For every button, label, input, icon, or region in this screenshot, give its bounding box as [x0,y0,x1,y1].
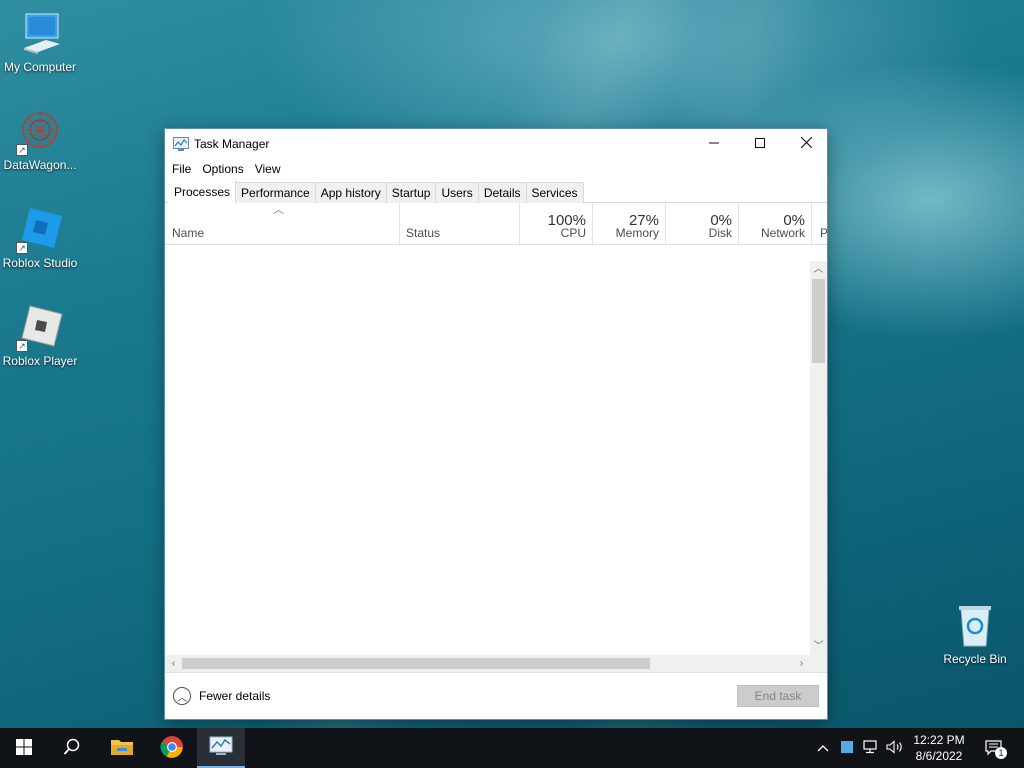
menu-view[interactable]: View [255,159,281,179]
task-manager-window: Task Manager File Options View Processes… [164,128,828,720]
clock-date: 8/6/2022 [915,749,963,763]
tab-performance[interactable]: Performance [235,182,316,203]
chrome-icon [160,735,184,762]
fewer-details-button[interactable]: ︿ Fewer details [173,687,270,705]
shortcut-arrow-icon: ↗ [16,242,28,254]
shortcut-arrow-icon: ↗ [16,340,28,352]
vertical-scroll-thumb[interactable] [812,279,825,363]
tab-users[interactable]: Users [435,182,479,203]
tray-app-button[interactable] [838,728,856,768]
shortcut-arrow-icon: ↗ [16,144,28,156]
menu-options[interactable]: Options [202,159,243,179]
minimize-button[interactable] [691,129,737,159]
search-button[interactable] [48,728,96,768]
clock-time: 12:22 PM [913,733,965,747]
windows-logo-icon [16,738,32,758]
tab-app-history[interactable]: App history [314,182,387,203]
recycle-bin-icon [951,602,999,650]
horizontal-scrollbar[interactable]: ‹ › [165,655,810,672]
column-label: Memory [615,226,659,240]
column-header-status[interactable]: Status [399,203,519,245]
tray-app-icon [841,740,853,756]
column-label: P [820,226,827,240]
tab-services[interactable]: Services [525,182,584,203]
column-header-disk[interactable]: 0% Disk [665,203,738,245]
tab-strip: Processes Performance App history Startu… [165,179,827,203]
desktop-icon-label: Roblox Player [2,354,78,368]
tab-startup[interactable]: Startup [385,182,437,203]
column-header-name[interactable]: ︿ Name [165,203,399,245]
process-list[interactable]: ︿ ﹀ ‹ › [165,261,827,672]
task-manager-icon [173,137,189,151]
scroll-down-icon[interactable]: ﹀ [810,638,827,655]
column-header-network[interactable]: 0% Network [738,203,811,245]
desktop-icon-label: Roblox Studio [2,256,78,270]
horizontal-scroll-thumb[interactable] [182,658,650,669]
desktop-icon-label: My Computer [3,60,77,74]
clock[interactable]: 12:22 PM 8/6/2022 [908,732,970,764]
close-button[interactable] [783,129,829,159]
search-icon [63,738,81,759]
column-header-power[interactable]: P [811,203,827,245]
desktop-icon-roblox-studio[interactable]: ↗ Roblox Studio [0,206,80,270]
taskbar: 12:22 PM 8/6/2022 1 [0,728,1024,768]
computer-icon [16,10,64,58]
desktop-icon-my-computer[interactable]: My Computer [0,10,80,74]
desktop-icon-datawagon[interactable]: ↗ DataWagon... [0,108,80,172]
start-button[interactable] [0,728,48,768]
task-manager-icon [209,736,233,759]
column-header-cpu[interactable]: 100% CPU [519,203,592,245]
title-bar[interactable]: Task Manager [165,129,827,159]
column-label: Name [172,226,205,240]
roblox-player-icon: ↗ [16,304,64,352]
close-icon [800,136,812,151]
desktop-icon-roblox-player[interactable]: ↗ Roblox Player [0,304,80,368]
tab-processes[interactable]: Processes [168,179,237,203]
scroll-left-icon[interactable]: ‹ [165,655,182,672]
minimize-icon [709,137,719,151]
tab-details[interactable]: Details [477,182,527,203]
taskbar-file-explorer[interactable] [98,728,146,768]
notification-icon: 1 [985,740,1007,759]
taskbar-chrome[interactable] [148,728,196,768]
datawagon-icon: ↗ [16,108,64,156]
network-button[interactable] [861,728,881,768]
desktop-icon-label: Recycle Bin [943,652,1007,666]
menu-file[interactable]: File [172,159,191,179]
footer-bar: ︿ Fewer details End task [165,672,827,720]
desktop-icon-label: DataWagon... [3,158,77,172]
taskbar-task-manager[interactable] [197,728,245,768]
scroll-right-icon[interactable]: › [793,655,810,672]
chevron-up-icon: ︿ [173,687,191,705]
vertical-scrollbar[interactable]: ︿ ﹀ [810,261,827,655]
show-hidden-icons-button[interactable] [814,728,832,768]
desktop-icon-recycle-bin[interactable]: Recycle Bin [935,602,1015,666]
fewer-details-label: Fewer details [199,689,271,703]
speaker-icon [886,739,904,757]
column-header-row: ︿ Name Status 100% CPU 27% Memory 0% Dis… [165,203,827,245]
maximize-button[interactable] [737,129,783,159]
scrollbar-corner [810,655,827,672]
column-label: Disk [708,226,732,240]
folder-icon [110,737,134,760]
action-center-button[interactable]: 1 [982,728,1007,768]
column-label: Status [406,226,441,240]
end-task-button[interactable]: End task [737,685,819,707]
column-header-memory[interactable]: 27% Memory [592,203,665,245]
network-icon [863,739,879,757]
maximize-icon [755,137,765,151]
volume-button[interactable] [885,728,905,768]
scroll-up-icon[interactable]: ︿ [810,261,827,278]
column-label: CPU [560,226,586,240]
column-label: Network [760,226,805,240]
chevron-up-icon [817,741,829,755]
window-title: Task Manager [194,137,270,151]
roblox-studio-icon: ↗ [16,206,64,254]
menu-bar: File Options View [165,159,827,179]
notification-count-badge: 1 [995,747,1007,759]
sort-up-icon: ︿ [273,204,284,216]
